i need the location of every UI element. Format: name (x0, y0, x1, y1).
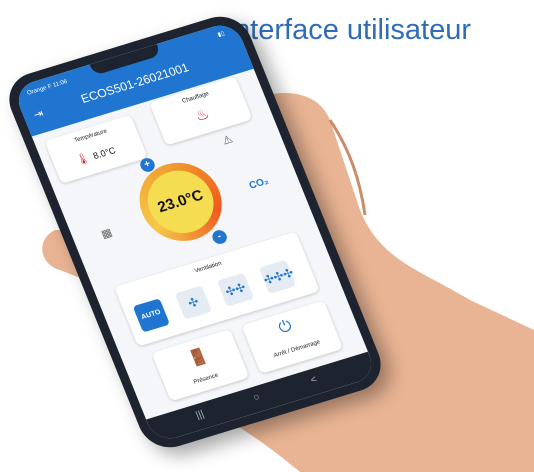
status-time: 11:06 (52, 78, 69, 89)
decrease-button[interactable]: - (210, 228, 229, 246)
temperature-value: 8.0°C (91, 145, 118, 162)
fan-speed-2-button[interactable]: ✣✣ (216, 272, 255, 307)
back-icon[interactable]: < (309, 374, 319, 386)
status-bar: Orange F 11:06 (26, 79, 68, 97)
power-label: Arrêt / Démarrage (273, 339, 322, 360)
fan-speed-1-button[interactable]: ✣ (174, 285, 213, 320)
warning-icon[interactable]: ⚠ (220, 132, 235, 147)
presence-icon: 🚪 (185, 347, 212, 369)
presence-label: Présence (192, 372, 220, 386)
recent-apps-icon[interactable]: ||| (194, 409, 206, 422)
fan-speed-3-button[interactable]: ✣✣✣ (258, 259, 297, 294)
presence-button[interactable]: 🚪 Présence (151, 329, 250, 402)
power-icon: ⏻ (276, 317, 295, 337)
setpoint-value: 23.0°C (155, 186, 206, 217)
home-icon[interactable]: ○ (252, 392, 262, 404)
carrier-label: Orange F (26, 83, 53, 97)
thermometer-icon: 🌡 (74, 151, 92, 168)
battery-icon: ▮▯ (217, 30, 226, 39)
co2-indicator: CO₂ (247, 175, 271, 192)
dial-center: 23.0°C (138, 162, 224, 242)
ventilation-auto-button[interactable]: AUTO (132, 298, 170, 333)
window-icon: ▦ (99, 226, 115, 241)
heating-icon: ♨ (192, 105, 212, 126)
